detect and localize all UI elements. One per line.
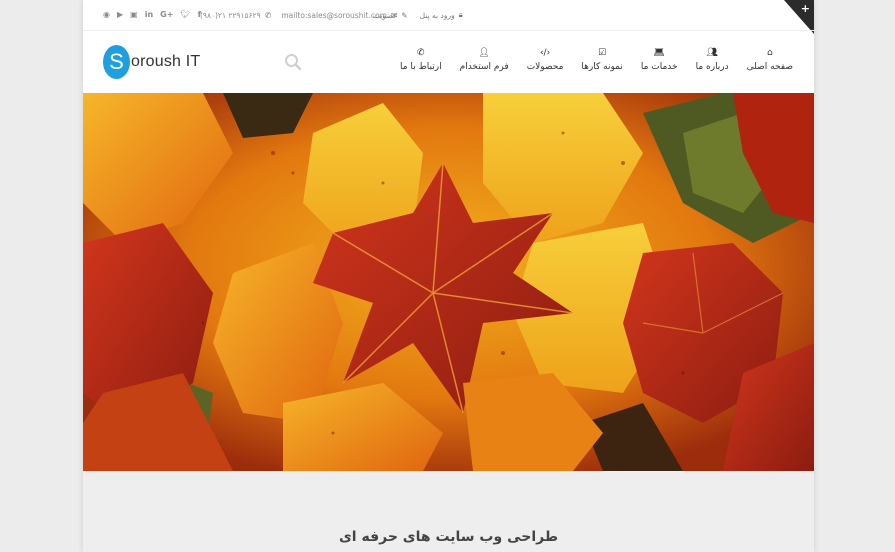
nav-label: نمونه کارها	[581, 62, 623, 72]
linkedin-icon[interactable]: in	[145, 9, 153, 21]
lock-icon: 🔒︎	[458, 10, 463, 19]
account-links: عضویت ✎ ورود به پنل 🔒︎	[373, 9, 463, 21]
rss-icon[interactable]: ◉	[103, 9, 110, 21]
users-icon: 👥︎	[706, 48, 718, 58]
nav-item-about[interactable]: 👥︎ درباره ما	[696, 47, 729, 72]
main-nav: ⌂ صفحه اصلی 👥︎ درباره ما 💻︎ خدمات ما ☑ ن…	[400, 47, 793, 77]
nav-label: محصولات	[526, 62, 564, 72]
twitter-icon[interactable]: 🐦︎	[180, 9, 190, 21]
intro-section: طراحی وب سایت های حرفه ای	[83, 471, 814, 552]
google-plus-icon[interactable]: G+	[160, 9, 173, 21]
nav-item-portfolio[interactable]: ☑ نمونه کارها	[581, 47, 622, 72]
check-square-icon: ☑	[598, 48, 607, 58]
logo-text: oroush IT	[131, 53, 201, 70]
top-bar: ◉ ▶ ▣ in G+ 🐦︎ f (۹۸۰)۲۱ ۲۲۹۱۵۶۲۹ ✆ mail…	[83, 0, 814, 34]
nav-item-services[interactable]: 💻︎ خدمات ما	[641, 47, 678, 72]
nav-label: ارتباط با ما	[399, 62, 442, 72]
search-icon[interactable]	[284, 53, 302, 71]
nav-label: صفحه اصلی	[746, 62, 793, 72]
signup-link[interactable]: عضویت	[373, 11, 397, 20]
laptop-icon: 💻︎	[653, 48, 665, 58]
nav-item-careers[interactable]: 👤︎ فرم استخدام	[460, 47, 509, 72]
nav-item-products[interactable]: ‹/› محصولات	[527, 47, 564, 72]
edit-icon: ✎	[401, 10, 408, 20]
code-icon: ‹/›	[539, 48, 551, 58]
nav-label: خدمات ما	[640, 62, 678, 72]
contact-info: (۹۸۰)۲۱ ۲۲۹۱۵۶۲۹ ✆ mailto:sales@soroushi…	[200, 9, 398, 21]
login-link[interactable]: ورود به پنل	[420, 11, 455, 20]
nav-item-contact[interactable]: ✆ ارتباط با ما	[400, 47, 442, 72]
nav-item-home[interactable]: ⌂ صفحه اصلی	[747, 47, 793, 72]
instagram-icon[interactable]: ▣	[130, 9, 138, 21]
page-container: ◉ ▶ ▣ in G+ 🐦︎ f (۹۸۰)۲۱ ۲۲۹۱۵۶۲۹ ✆ mail…	[83, 0, 814, 552]
section-title: طراحی وب سایت های حرفه ای	[338, 529, 559, 545]
plus-icon[interactable]: +	[801, 2, 810, 15]
phone-icon: ✆	[264, 10, 272, 20]
email-link[interactable]: mailto:sales@soroushit.com	[281, 11, 387, 20]
autumn-leaves-image	[83, 93, 814, 471]
phone-number[interactable]: (۹۸۰)۲۱ ۲۲۹۱۵۶۲۹	[200, 11, 261, 20]
nav-label: درباره ما	[695, 62, 729, 72]
phone-icon: ✆	[417, 48, 425, 58]
hero-slider-image	[83, 93, 814, 471]
nav-label: فرم استخدام	[459, 62, 509, 72]
home-icon: ⌂	[766, 48, 773, 58]
youtube-icon[interactable]: ▶	[117, 9, 123, 21]
main-header: S oroush IT ⌂ صفحه اصلی 👥︎ درباره ما 💻︎ …	[83, 30, 814, 93]
user-plus-icon: 👤︎	[478, 48, 490, 58]
site-logo[interactable]: S oroush IT	[103, 45, 200, 79]
social-links: ◉ ▶ ▣ in G+ 🐦︎ f	[103, 9, 201, 21]
logo-mark: S	[103, 45, 130, 79]
